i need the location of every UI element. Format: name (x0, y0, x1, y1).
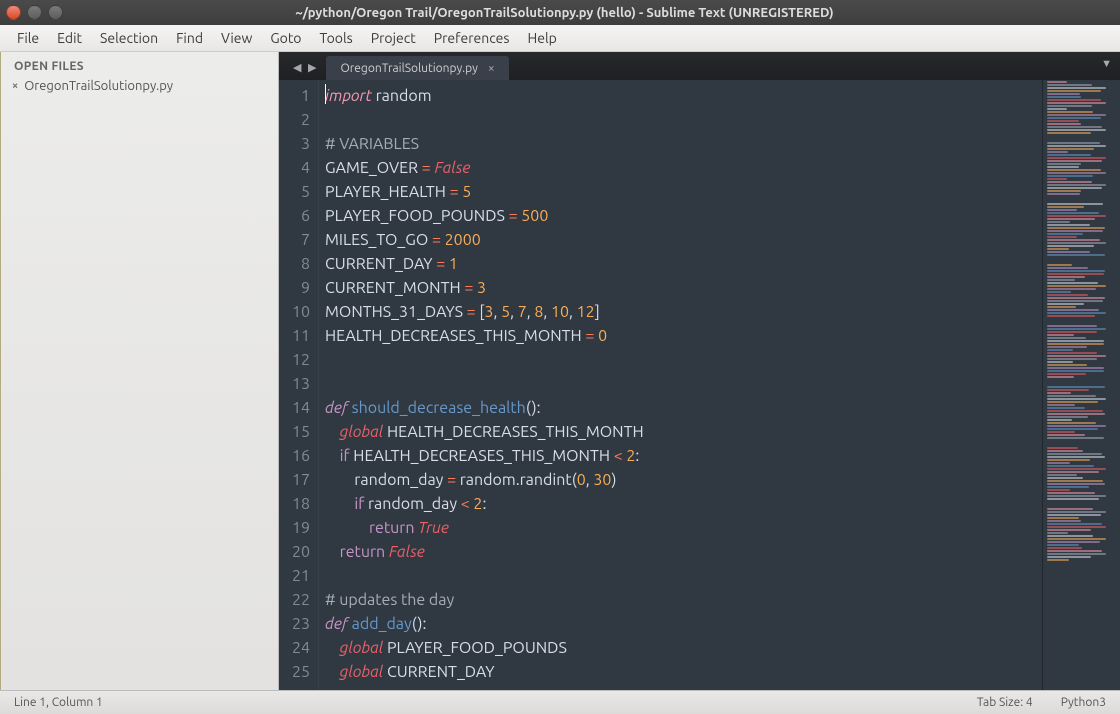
code-line[interactable]: # updates the day (325, 588, 1042, 612)
menu-find[interactable]: Find (167, 26, 212, 50)
menu-tools[interactable]: Tools (311, 26, 362, 50)
status-position[interactable]: Line 1, Column 1 (14, 696, 103, 709)
code-line[interactable]: GAME_OVER = False (325, 156, 1042, 180)
code-line[interactable]: global HEALTH_DECREASES_THIS_MONTH (325, 420, 1042, 444)
menu-view[interactable]: View (212, 26, 261, 50)
menu-goto[interactable]: Goto (261, 26, 310, 50)
code-line[interactable]: if random_day < 2: (325, 492, 1042, 516)
tab-active[interactable]: OregonTrailSolutionpy.py × (326, 56, 508, 80)
menu-edit[interactable]: Edit (48, 26, 91, 50)
menubar: FileEditSelectionFindViewGotoToolsProjec… (0, 25, 1120, 52)
code-line[interactable]: MONTHS_31_DAYS = [3, 5, 7, 8, 10, 12] (325, 300, 1042, 324)
code-line[interactable]: global CURRENT_DAY (325, 660, 1042, 684)
tab-label: OregonTrailSolutionpy.py (340, 62, 477, 75)
code-line[interactable]: def should_decrease_health(): (325, 396, 1042, 420)
menu-help[interactable]: Help (518, 26, 565, 50)
menu-project[interactable]: Project (362, 26, 425, 50)
menu-preferences[interactable]: Preferences (425, 26, 519, 50)
tab-dropdown-icon[interactable]: ▼ (1101, 58, 1112, 70)
code-line[interactable]: HEALTH_DECREASES_THIS_MONTH = 0 (325, 324, 1042, 348)
open-file-item[interactable]: ×OregonTrailSolutionpy.py (0, 77, 278, 95)
maximize-icon[interactable] (48, 5, 63, 20)
menu-selection[interactable]: Selection (91, 26, 167, 50)
code-line[interactable]: global PLAYER_FOOD_POUNDS (325, 636, 1042, 660)
close-tab-icon[interactable]: × (488, 62, 495, 75)
code-line[interactable]: def add_day(): (325, 612, 1042, 636)
statusbar: Line 1, Column 1 Tab Size: 4 Python3 (0, 690, 1120, 714)
code-line[interactable]: CURRENT_DAY = 1 (325, 252, 1042, 276)
window-title: ~/python/Oregon Trail/OregonTrailSolutio… (75, 6, 1114, 20)
code-line[interactable]: PLAYER_FOOD_POUNDS = 500 (325, 204, 1042, 228)
close-icon[interactable] (6, 5, 21, 20)
code-line[interactable]: PLAYER_HEALTH = 5 (325, 180, 1042, 204)
open-files-header: OPEN FILES (0, 58, 278, 77)
tab-strip: ◀ ▶ OregonTrailSolutionpy.py × ▼ (279, 52, 1120, 80)
nav-arrows[interactable]: ◀ ▶ (285, 61, 326, 80)
code-line[interactable]: CURRENT_MONTH = 3 (325, 276, 1042, 300)
code-line[interactable]: random_day = random.randint(0, 30) (325, 468, 1042, 492)
sidebar: OPEN FILES ×OregonTrailSolutionpy.py (0, 52, 279, 690)
minimize-icon[interactable] (27, 5, 42, 20)
code-line[interactable]: return True (325, 516, 1042, 540)
status-syntax[interactable]: Python3 (1061, 696, 1106, 709)
code-line[interactable]: if HEALTH_DECREASES_THIS_MONTH < 2: (325, 444, 1042, 468)
minimap[interactable] (1042, 80, 1120, 690)
gutter: 1234567891011121314151617181920212223242… (279, 80, 319, 690)
status-tabsize[interactable]: Tab Size: 4 (977, 696, 1033, 709)
titlebar: ~/python/Oregon Trail/OregonTrailSolutio… (0, 0, 1120, 25)
code-line[interactable]: # VARIABLES (325, 132, 1042, 156)
menu-file[interactable]: File (8, 26, 48, 50)
code-line[interactable]: import random (325, 84, 1042, 108)
code-line[interactable]: MILES_TO_GO = 2000 (325, 228, 1042, 252)
code-editor[interactable]: import random # VARIABLESGAME_OVER = Fal… (319, 80, 1042, 690)
code-line[interactable] (325, 564, 1042, 588)
code-line[interactable] (325, 108, 1042, 132)
code-line[interactable]: return False (325, 540, 1042, 564)
code-line[interactable] (325, 348, 1042, 372)
code-line[interactable] (325, 372, 1042, 396)
close-file-icon[interactable]: × (12, 80, 18, 92)
